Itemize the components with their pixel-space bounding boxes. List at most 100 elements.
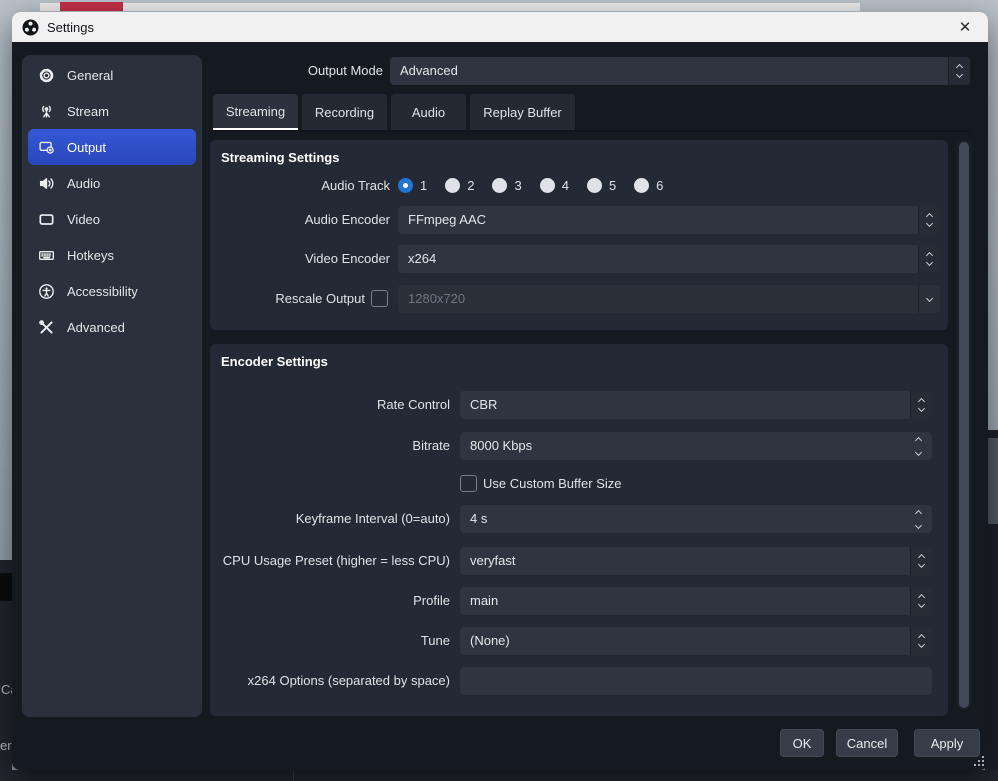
audio-encoder-select[interactable]: FFmpeg AAC	[398, 206, 940, 234]
use-custom-buffer-checkbox[interactable]	[460, 475, 477, 492]
tab-streaming[interactable]: Streaming	[213, 94, 298, 130]
encoder-settings-panel: Encoder Settings Rate Control CBR Bitrat…	[210, 344, 948, 716]
tab-recording[interactable]: Recording	[302, 94, 387, 130]
spinner-icon[interactable]	[910, 547, 932, 575]
background-bottom-band	[0, 770, 998, 781]
bitrate-spinbox[interactable]: 8000 Kbps	[460, 432, 932, 460]
settings-dialog: Settings ✕ General Stream Output	[12, 12, 988, 770]
video-encoder-select[interactable]: x264	[398, 245, 940, 273]
sidebar-item-label: Advanced	[67, 320, 125, 335]
chevron-down-icon	[918, 285, 940, 313]
sidebar-item-label: Accessibility	[67, 284, 138, 299]
radio-track-2[interactable]	[445, 178, 460, 193]
tune-select[interactable]: (None)	[460, 627, 932, 655]
rate-control-label: Rate Control	[210, 391, 450, 419]
radio-label: 6	[656, 178, 663, 193]
sidebar-item-stream[interactable]: Stream	[28, 93, 196, 129]
sidebar-item-label: Stream	[67, 104, 109, 119]
antenna-icon	[38, 103, 55, 120]
rescale-resolution-select: 1280x720	[398, 285, 940, 313]
spinner-icon[interactable]	[948, 57, 970, 85]
sidebar-item-output[interactable]: Output	[28, 129, 196, 165]
tab-audio[interactable]: Audio	[391, 94, 466, 130]
close-icon[interactable]: ✕	[954, 16, 976, 38]
radio-label: 2	[467, 178, 474, 193]
cancel-button[interactable]: Cancel	[836, 729, 898, 757]
radio-track-5[interactable]	[587, 178, 602, 193]
audio-encoder-value: FFmpeg AAC	[408, 212, 486, 227]
cpu-usage-preset-select[interactable]: veryfast	[460, 547, 932, 575]
radio-label: 4	[562, 178, 569, 193]
background-text-fragment: er	[0, 738, 12, 753]
radio-track-1[interactable]	[398, 178, 413, 193]
resize-grip[interactable]	[972, 754, 984, 766]
output-mode-select[interactable]: Advanced	[390, 57, 970, 85]
background-red-bar	[60, 2, 123, 11]
spinner-icon[interactable]	[910, 391, 932, 419]
sidebar-item-accessibility[interactable]: Accessibility	[28, 273, 196, 309]
radio-track-3[interactable]	[492, 178, 507, 193]
profile-label: Profile	[210, 587, 450, 615]
video-encoder-label: Video Encoder	[210, 245, 390, 273]
background-divider	[293, 770, 294, 781]
bitrate-value: 8000 Kbps	[470, 438, 532, 453]
sidebar-item-label: Hotkeys	[67, 248, 114, 263]
screen: Ca er Settings ✕ General	[0, 0, 998, 781]
keyboard-icon	[38, 247, 55, 264]
streaming-settings-panel: Streaming Settings Audio Track 1 2 3 4 5…	[210, 140, 948, 330]
keyframe-interval-value: 4 s	[470, 511, 487, 526]
profile-select[interactable]: main	[460, 587, 932, 615]
rescale-output-checkbox[interactable]	[371, 290, 388, 307]
spinner-icon[interactable]	[918, 206, 940, 234]
tab-label: Audio	[412, 105, 445, 120]
sidebar-item-audio[interactable]: Audio	[28, 165, 196, 201]
sidebar-item-video[interactable]: Video	[28, 201, 196, 237]
rate-control-value: CBR	[470, 397, 497, 412]
x264-options-input[interactable]	[460, 667, 932, 695]
scrollbar-track[interactable]	[956, 140, 972, 710]
cpu-usage-preset-value: veryfast	[470, 553, 516, 568]
audio-track-radio-group: 1 2 3 4 5 6	[398, 178, 674, 193]
settings-sidebar: General Stream Output Audio Vide	[22, 55, 202, 717]
radio-track-4[interactable]	[540, 178, 555, 193]
streaming-settings-title: Streaming Settings	[221, 150, 339, 165]
tab-replay-buffer[interactable]: Replay Buffer	[470, 94, 575, 130]
spinner-icon[interactable]	[904, 505, 932, 533]
video-encoder-value: x264	[408, 251, 436, 266]
accessibility-icon	[38, 283, 55, 300]
rescale-output-label: Rescale Output	[210, 285, 365, 313]
keyframe-interval-spinbox[interactable]: 4 s	[460, 505, 932, 533]
speaker-icon	[38, 175, 55, 192]
gear-icon	[38, 67, 55, 84]
radio-label: 1	[420, 178, 427, 193]
tab-baseline	[213, 130, 970, 132]
spinner-icon[interactable]	[910, 627, 932, 655]
spinner-icon[interactable]	[918, 245, 940, 273]
output-mode-value: Advanced	[400, 63, 458, 78]
sidebar-item-label: Output	[67, 140, 106, 155]
background-left-band	[0, 573, 12, 601]
sidebar-item-advanced[interactable]: Advanced	[28, 309, 196, 345]
apply-button[interactable]: Apply	[914, 729, 980, 757]
encoder-settings-title: Encoder Settings	[221, 354, 328, 369]
output-mode-label: Output Mode	[212, 57, 383, 85]
rate-control-select[interactable]: CBR	[460, 391, 932, 419]
rescale-resolution-value: 1280x720	[408, 291, 465, 306]
output-screen-icon	[38, 139, 55, 156]
ok-button[interactable]: OK	[780, 729, 824, 757]
x264-options-label: x264 Options (separated by space)	[210, 667, 450, 695]
radio-label: 5	[609, 178, 616, 193]
spinner-icon[interactable]	[904, 432, 932, 460]
scrollbar-thumb[interactable]	[959, 142, 969, 708]
use-custom-buffer-label: Use Custom Buffer Size	[483, 472, 783, 496]
dialog-titlebar[interactable]: Settings ✕	[12, 12, 988, 42]
spinner-icon[interactable]	[910, 587, 932, 615]
tab-label: Streaming	[226, 104, 285, 119]
sidebar-item-general[interactable]: General	[28, 57, 196, 93]
background-window-strip	[40, 3, 860, 11]
tune-label: Tune	[210, 627, 450, 655]
sidebar-item-hotkeys[interactable]: Hotkeys	[28, 237, 196, 273]
radio-track-6[interactable]	[634, 178, 649, 193]
keyframe-interval-label: Keyframe Interval (0=auto)	[210, 505, 450, 533]
cpu-usage-preset-label: CPU Usage Preset (higher = less CPU)	[210, 547, 450, 575]
